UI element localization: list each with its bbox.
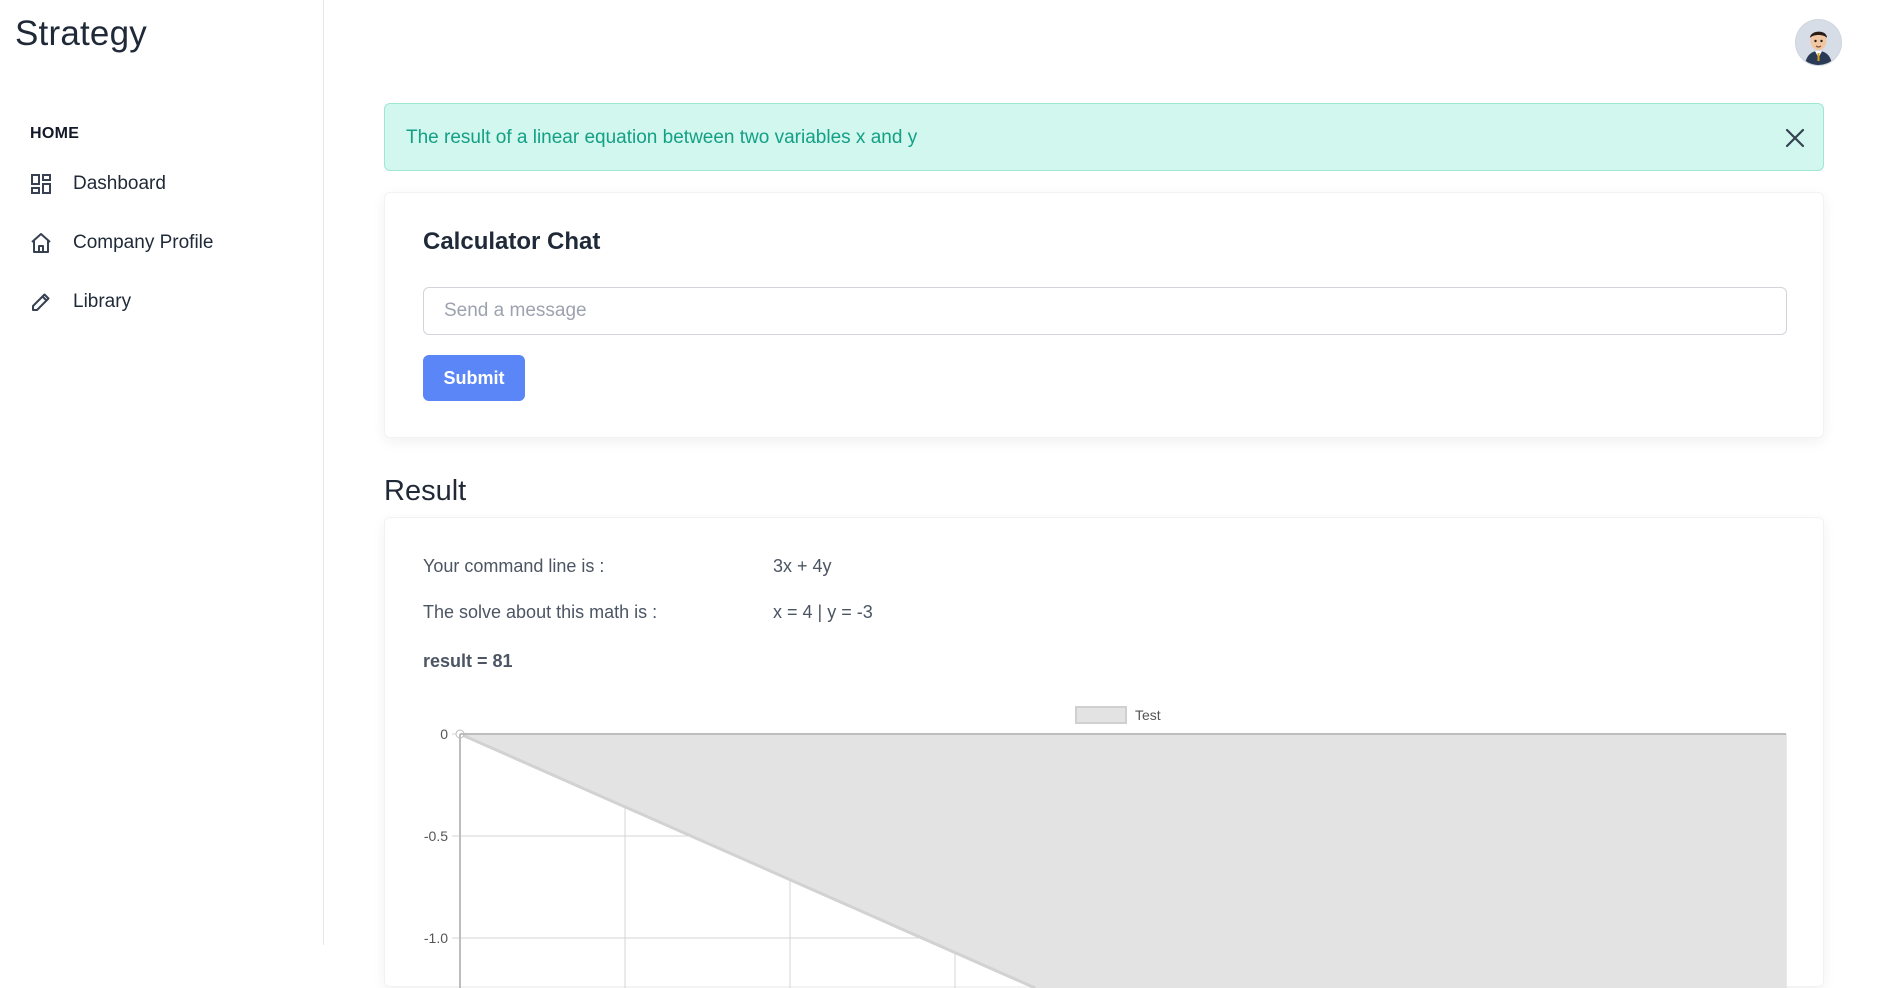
- calculator-chat-card: Calculator Chat Submit: [384, 192, 1824, 438]
- chart-legend: Test: [1075, 706, 1161, 724]
- alert-message: The result of a linear equation between …: [406, 127, 918, 148]
- result-chart: 0 -0.5 -1.0 Test: [424, 706, 1787, 988]
- nav-section-label: HOME: [30, 125, 80, 142]
- sidebar-item-label: Company Profile: [73, 232, 214, 253]
- home-icon: [29, 231, 53, 255]
- sidebar-item-label: Dashboard: [73, 173, 166, 194]
- message-input[interactable]: [423, 287, 1787, 335]
- sidebar-item-company-profile[interactable]: Company Profile: [29, 231, 213, 255]
- chart-series: [455, 729, 1786, 988]
- chart-area-fill: [460, 734, 1786, 988]
- chart-y-tick-label: 0: [440, 726, 448, 742]
- result-card: Your command line is : 3x + 4y The solve…: [384, 517, 1824, 988]
- user-avatar[interactable]: [1795, 19, 1842, 66]
- chart-y-tick-label: -0.5: [424, 828, 448, 844]
- submit-button[interactable]: Submit: [423, 355, 525, 401]
- brand-title[interactable]: Strategy: [15, 14, 147, 54]
- sidebar-item-label: Library: [73, 291, 132, 312]
- result-heading: Result: [384, 475, 467, 507]
- sidebar-item-library[interactable]: Library: [29, 290, 131, 314]
- card-title: Calculator Chat: [423, 228, 601, 255]
- info-alert: The result of a linear equation between …: [384, 103, 1824, 171]
- sidebar: Strategy HOME Dashboard Company Profile: [0, 0, 324, 945]
- sidebar-item-dashboard[interactable]: Dashboard: [29, 172, 166, 196]
- dashboard-icon: [29, 172, 53, 196]
- close-icon[interactable]: [1783, 126, 1807, 150]
- chart-y-tick-label: -1.0: [424, 930, 448, 946]
- chart-legend-swatch: [1075, 706, 1127, 724]
- chart-legend-label: Test: [1135, 707, 1161, 723]
- pencil-icon: [29, 290, 53, 314]
